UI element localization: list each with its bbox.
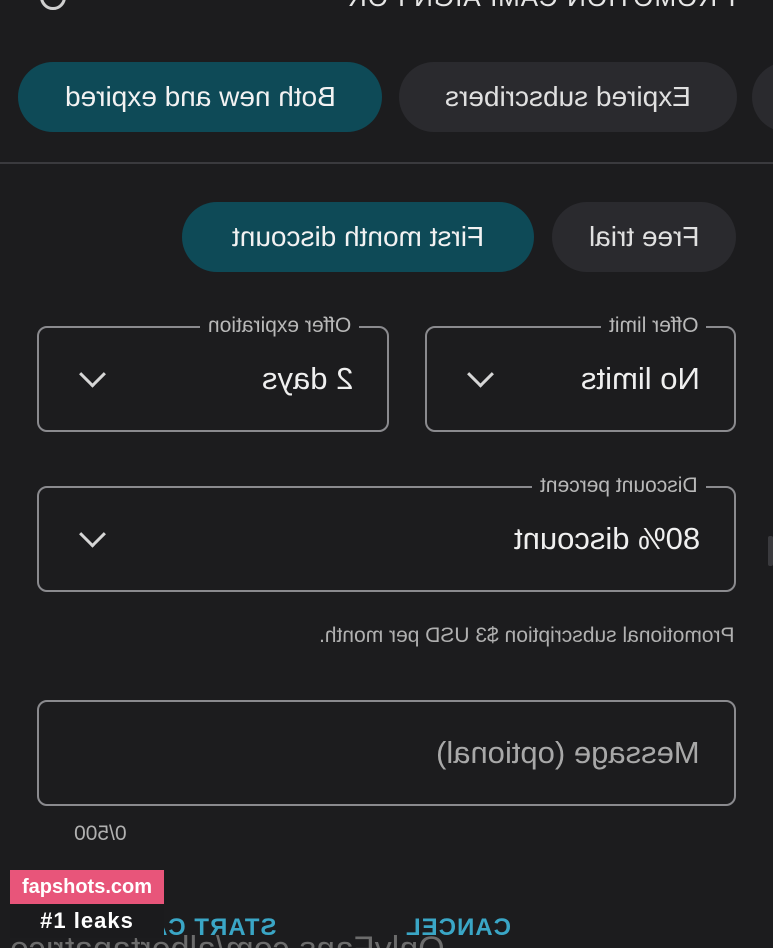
- offer-limit-legend: Offer limit: [600, 314, 706, 338]
- discount-percent-legend-text: Discount percent: [540, 474, 698, 497]
- audience-option-label: Expired subscribers: [445, 81, 691, 112]
- promotion-campaign-screen: PROMOTION CAMPAIGN FOR Both new and expi…: [0, 0, 773, 948]
- message-counter: 0/500: [74, 822, 127, 845]
- offer-type-label: Free trial: [588, 221, 700, 252]
- price-hint: Promotional subscription $3 USD per mont…: [319, 624, 735, 647]
- watermark-site: fapshots.com: [10, 870, 164, 904]
- chevron-down-icon[interactable]: [79, 520, 106, 548]
- audience-option-expired[interactable]: Expired subscribers: [399, 62, 737, 132]
- section-divider: [0, 162, 773, 164]
- offer-type-first-month[interactable]: First month discount: [182, 202, 534, 272]
- discount-percent-select[interactable]: Discount percent 80% discount: [37, 474, 736, 592]
- offer-expiration-value: 2 days: [261, 361, 353, 396]
- chevron-down-icon[interactable]: [79, 360, 106, 388]
- offer-expiration-legend-text: Offer expiration: [207, 314, 351, 337]
- message-placeholder: Message (optional): [436, 735, 700, 770]
- header: PROMOTION CAMPAIGN FOR: [0, 0, 773, 22]
- discount-percent-legend: Discount percent: [532, 474, 706, 498]
- watermark-tagline: #1 leaks: [10, 904, 164, 938]
- chevron-down-icon[interactable]: [467, 360, 494, 388]
- page-title: PROMOTION CAMPAIGN FOR: [347, 0, 735, 13]
- info-icon[interactable]: [40, 0, 66, 10]
- offer-limit-legend-text: Offer limit: [608, 314, 698, 337]
- offer-limit-value: No limits: [581, 361, 700, 396]
- audience-option-both[interactable]: Both new and expired: [18, 62, 382, 132]
- scrollbar-handle[interactable]: [768, 536, 773, 566]
- offer-type-label: First month discount: [231, 221, 485, 252]
- offer-expiration-select[interactable]: Offer expiration 2 days: [37, 314, 389, 432]
- offer-type-free-trial[interactable]: Free trial: [552, 202, 736, 272]
- audience-option-label: Both new and expired: [64, 81, 336, 112]
- watermark-logo: fapshots.com #1 leaks: [10, 870, 164, 938]
- discount-percent-value: 80% discount: [513, 521, 700, 556]
- audience-option-more[interactable]: [752, 62, 773, 132]
- offer-limit-select[interactable]: Offer limit No limits: [425, 314, 736, 432]
- offer-expiration-legend: Offer expiration: [199, 314, 359, 338]
- message-input[interactable]: Message (optional): [37, 700, 736, 806]
